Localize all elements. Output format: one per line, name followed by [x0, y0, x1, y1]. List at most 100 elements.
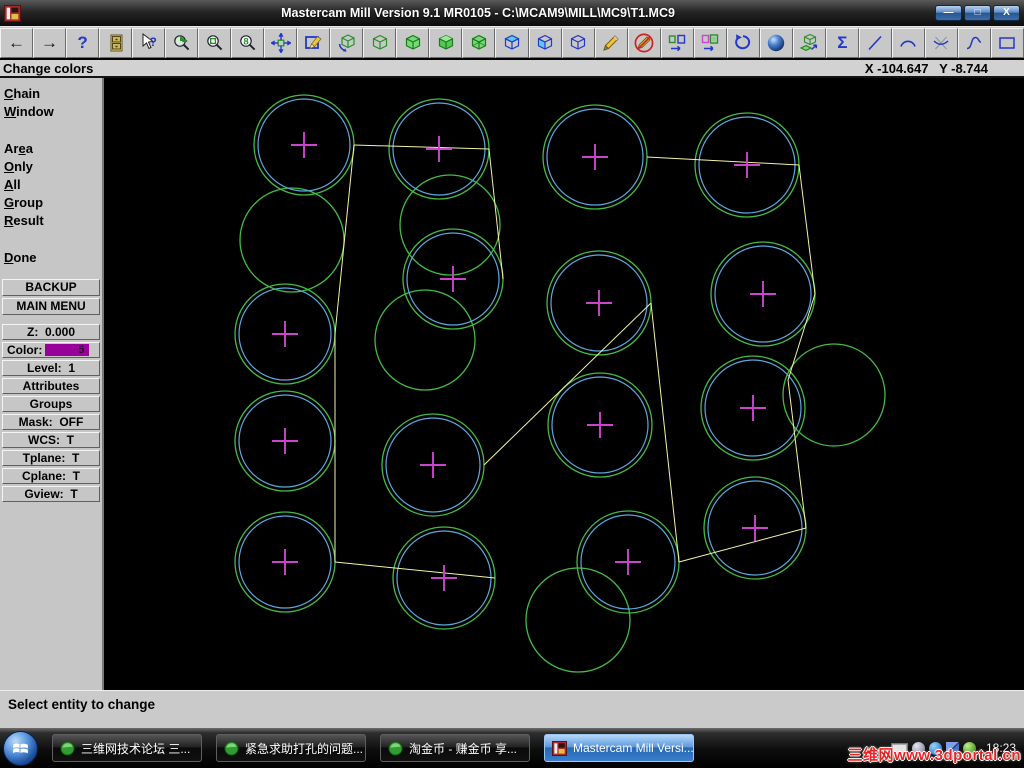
toolbar-arc-button[interactable] [891, 28, 925, 58]
circle-entity[interactable] [525, 567, 631, 673]
forward-arrow-icon: → [41, 32, 59, 52]
menu-item-group[interactable]: Group [0, 194, 102, 212]
toolbar-analyze-button[interactable]: Σ [825, 28, 859, 58]
mask-button[interactable]: Mask: OFF [2, 414, 100, 430]
toolbar-line-button[interactable] [858, 28, 892, 58]
gview-button[interactable]: Gview: T [2, 486, 100, 502]
toolbar-rectangle-button[interactable] [990, 28, 1024, 58]
browser-icon [388, 740, 403, 756]
toolbar-undo-button[interactable] [726, 28, 760, 58]
circle-entity[interactable] [239, 187, 345, 293]
minimize-button[interactable]: — [935, 5, 962, 21]
mastercam-app-icon [4, 4, 21, 22]
svg-text:?: ? [149, 35, 156, 49]
back-arrow-icon: ← [8, 32, 26, 52]
toolbar-forward-button[interactable]: → [33, 28, 67, 58]
menu-item-chain[interactable]: Chain [0, 85, 102, 103]
wcs-button[interactable]: WCS: T [2, 432, 100, 448]
circle-entity[interactable] [782, 343, 886, 447]
toolbar-pan-button[interactable] [264, 28, 298, 58]
circle-entity[interactable] [374, 289, 476, 391]
green-cube-wire-icon [370, 33, 390, 53]
task-buttons: 三维网技术论坛 三... 紧急求助打孔的问题... 淘金币 - 赚金币 享... Ma… [38, 734, 694, 762]
circle-entity[interactable] [399, 174, 501, 276]
toolbar-gview-front-button[interactable] [396, 28, 430, 58]
menu-item-all[interactable]: All [0, 176, 102, 194]
spline-icon [964, 33, 984, 53]
pan-arrows-icon [270, 33, 291, 53]
toolbar-gview-iso-button[interactable] [462, 28, 496, 58]
screens-pink-arrow-icon [700, 33, 720, 53]
color-swatch: 5 [45, 344, 90, 356]
main-menu-button[interactable]: MAIN MENU [2, 298, 100, 315]
menu-item-window[interactable]: Window [0, 103, 102, 121]
menu-gap [0, 230, 102, 249]
security-icon[interactable] [962, 741, 976, 755]
toolbar-zoom-button[interactable] [165, 28, 199, 58]
toolbar-spline-button[interactable] [957, 28, 991, 58]
menu-sidebar: Chain Window Area Only All Group Result Done BA… [0, 78, 104, 690]
toolbar-screen-flip-button[interactable] [660, 28, 694, 58]
toolbar-screen-combine-button[interactable] [693, 28, 727, 58]
window-title: Mastercam Mill Version 9.1 MR0105 - C:\M… [281, 6, 675, 20]
taskbar-task-browser[interactable]: 淘金币 - 赚金币 享... [380, 734, 530, 762]
geometry-view[interactable] [104, 78, 1022, 690]
attributes-button[interactable]: Attributes [2, 378, 100, 394]
cursor-question-icon: ? [139, 33, 159, 53]
mastercam-icon [552, 740, 567, 756]
taskbar-task-browser[interactable]: 紧急求助打孔的问题... [216, 734, 366, 762]
cursor-coordinates: X -104.647 Y -8.744 [864, 61, 988, 76]
toolbar-repaint-button[interactable] [297, 28, 331, 58]
toolbar-file-button[interactable] [99, 28, 133, 58]
close-button[interactable]: X [993, 5, 1020, 21]
backup-button[interactable]: BACKUP [2, 279, 100, 296]
toolbar-undelete-button[interactable] [627, 28, 661, 58]
toolbar-back-button[interactable]: ← [0, 28, 34, 58]
screens-arrow-icon [667, 33, 687, 53]
pencil-no-icon [634, 33, 654, 53]
toolbar-solids-button[interactable] [792, 28, 826, 58]
toolbar-gview-side-button[interactable] [429, 28, 463, 58]
keyboard-icon[interactable] [890, 742, 908, 754]
menu-item-result[interactable]: Result [0, 212, 102, 230]
system-tray: 18:23 [890, 741, 1024, 755]
menu-item-done[interactable]: Done [0, 249, 102, 267]
cubes-arrow-icon [799, 33, 819, 53]
taskbar-task-mastercam[interactable]: Mastercam Mill Versi... [544, 734, 694, 762]
sphere-icon [766, 33, 786, 53]
network-icon[interactable] [945, 741, 959, 755]
toolbar-gview-top-button[interactable] [363, 28, 397, 58]
toolbar-dynamic-gview-button[interactable] [330, 28, 364, 58]
toolbar-cplane-front-button[interactable] [528, 28, 562, 58]
maximize-button[interactable]: □ [964, 5, 991, 21]
groups-button[interactable]: Groups [2, 396, 100, 412]
toolbar-trim-button[interactable] [924, 28, 958, 58]
taskbar-task-browser[interactable]: 三维网技术论坛 三... [52, 734, 202, 762]
level-button[interactable]: Level: 1 [2, 360, 100, 376]
rotate-cube-icon [337, 33, 357, 53]
toolbar-cplane-side-button[interactable] [561, 28, 595, 58]
pencil-icon [601, 33, 621, 53]
color-button[interactable]: Color: 5 [2, 342, 100, 358]
toolbar-cplane-top-button[interactable] [495, 28, 529, 58]
toolbar-delete-button[interactable] [594, 28, 628, 58]
toolbar-shade-button[interactable] [759, 28, 793, 58]
z-button[interactable]: Z: 0.000 [2, 324, 100, 340]
menu-item-only[interactable]: Only [0, 158, 102, 176]
blue-cube-wire-icon [568, 33, 588, 53]
toolbar: ← →?? 8 Σ [0, 26, 1024, 58]
menu-item-area[interactable]: Area [0, 140, 102, 158]
graphics-canvas[interactable] [104, 78, 1024, 690]
green-cube-solid2-icon [436, 33, 456, 53]
tplane-button[interactable]: Tplane: T [2, 450, 100, 466]
cplane-button[interactable]: Cplane: T [2, 468, 100, 484]
toolbar-help-button[interactable]: ? [66, 28, 100, 58]
toolbar-unzoom-button[interactable]: 8 [231, 28, 265, 58]
mastercam-window: Mastercam Mill Version 9.1 MR0105 - C:\M… [0, 0, 1024, 768]
qq-icon[interactable] [928, 741, 942, 755]
toolbar-zoom-window-button[interactable] [198, 28, 232, 58]
messenger-icon[interactable] [911, 741, 925, 755]
start-button[interactable] [3, 730, 38, 766]
toolbar-analyze-entity-button[interactable]: ? [132, 28, 166, 58]
blue-cube-front-icon [535, 33, 555, 53]
